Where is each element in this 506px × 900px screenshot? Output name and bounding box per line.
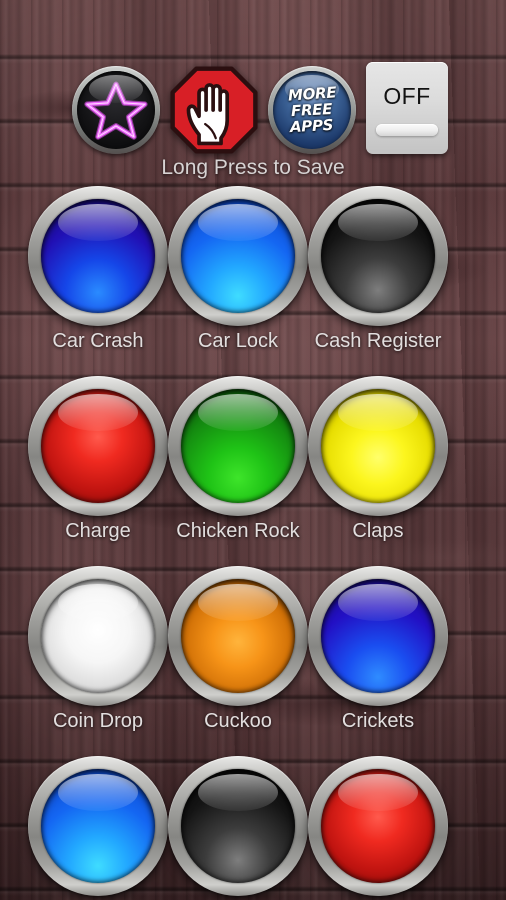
power-toggle[interactable]: OFF xyxy=(366,62,448,154)
sound-button[interactable] xyxy=(308,756,448,896)
sound-button[interactable] xyxy=(28,756,168,896)
favorites-button-face xyxy=(77,71,155,149)
sound-button-dome xyxy=(181,389,295,503)
sound-button-cell: Chicken Rock xyxy=(158,376,318,566)
power-toggle-track[interactable] xyxy=(376,123,438,136)
sound-button-dome xyxy=(321,199,435,313)
sound-button-dome xyxy=(41,769,155,883)
sound-button-cell: Claps xyxy=(298,376,458,566)
sound-button-label: Car Crash xyxy=(52,330,144,352)
sound-button-cell: Cash Register xyxy=(298,186,458,376)
sound-button-dome xyxy=(181,199,295,313)
more-free-apps-label: More Free Apps xyxy=(273,71,351,149)
sound-button[interactable] xyxy=(28,566,168,706)
sound-button-dome xyxy=(41,579,155,693)
star-icon xyxy=(84,81,148,140)
stop-button[interactable] xyxy=(170,66,258,154)
sound-button-dome xyxy=(41,199,155,313)
favorites-button[interactable] xyxy=(72,66,160,154)
sound-button-dome xyxy=(181,579,295,693)
sound-button-dome xyxy=(321,389,435,503)
apps-line-3: Apps xyxy=(289,115,335,136)
sound-button[interactable] xyxy=(28,186,168,326)
more-free-apps-face: More Free Apps xyxy=(273,71,351,149)
sound-button-cell: Crickets xyxy=(298,566,458,756)
stop-hand-icon xyxy=(170,66,258,154)
sound-button-label: Charge xyxy=(65,520,131,542)
power-toggle-label: OFF xyxy=(383,82,431,109)
sound-button[interactable] xyxy=(308,566,448,706)
sound-button[interactable] xyxy=(28,376,168,516)
sound-button-label: Car Lock xyxy=(197,330,279,352)
sound-button[interactable] xyxy=(168,186,308,326)
sound-button-dome xyxy=(321,769,435,883)
sound-button-dome xyxy=(41,389,155,503)
sound-button-grid: Car Crash Car Lock Cash Register Charge Chic… xyxy=(0,186,506,900)
sound-button-cell: Car Crash xyxy=(18,186,178,376)
sound-button-row: Charge Chicken Rock Claps xyxy=(0,376,506,566)
sound-button[interactable] xyxy=(168,566,308,706)
sound-button-cell xyxy=(158,756,318,900)
sound-button-label: Chicken Rock xyxy=(176,520,300,542)
sound-button-label: Crickets xyxy=(341,710,415,732)
sound-button[interactable] xyxy=(308,186,448,326)
sound-button-label: Cash Register xyxy=(314,330,442,352)
sound-button-cell: Charge xyxy=(18,376,178,566)
sound-button[interactable] xyxy=(168,376,308,516)
sound-button-label: Coin Drop xyxy=(52,710,144,732)
sound-button-cell: Cuckoo xyxy=(158,566,318,756)
sound-button-label: Cuckoo xyxy=(204,710,272,732)
sound-button-row: Coin Drop Cuckoo Crickets xyxy=(0,566,506,756)
sound-button-label: Claps xyxy=(352,520,404,542)
sound-button-cell xyxy=(18,756,178,900)
sound-button-dome xyxy=(181,769,295,883)
sound-button-row xyxy=(0,756,506,900)
top-toolbar: More Free Apps OFF xyxy=(0,62,506,158)
sound-button-cell: Car Lock xyxy=(158,186,318,376)
sound-button-row: Car Crash Car Lock Cash Register xyxy=(0,186,506,376)
more-free-apps-button[interactable]: More Free Apps xyxy=(268,66,356,154)
sound-button-cell: Coin Drop xyxy=(18,566,178,756)
sound-button-cell xyxy=(298,756,458,900)
sound-button[interactable] xyxy=(308,376,448,516)
sound-button[interactable] xyxy=(168,756,308,896)
sound-button-dome xyxy=(321,579,435,693)
long-press-hint: Long Press to Save xyxy=(161,156,345,179)
